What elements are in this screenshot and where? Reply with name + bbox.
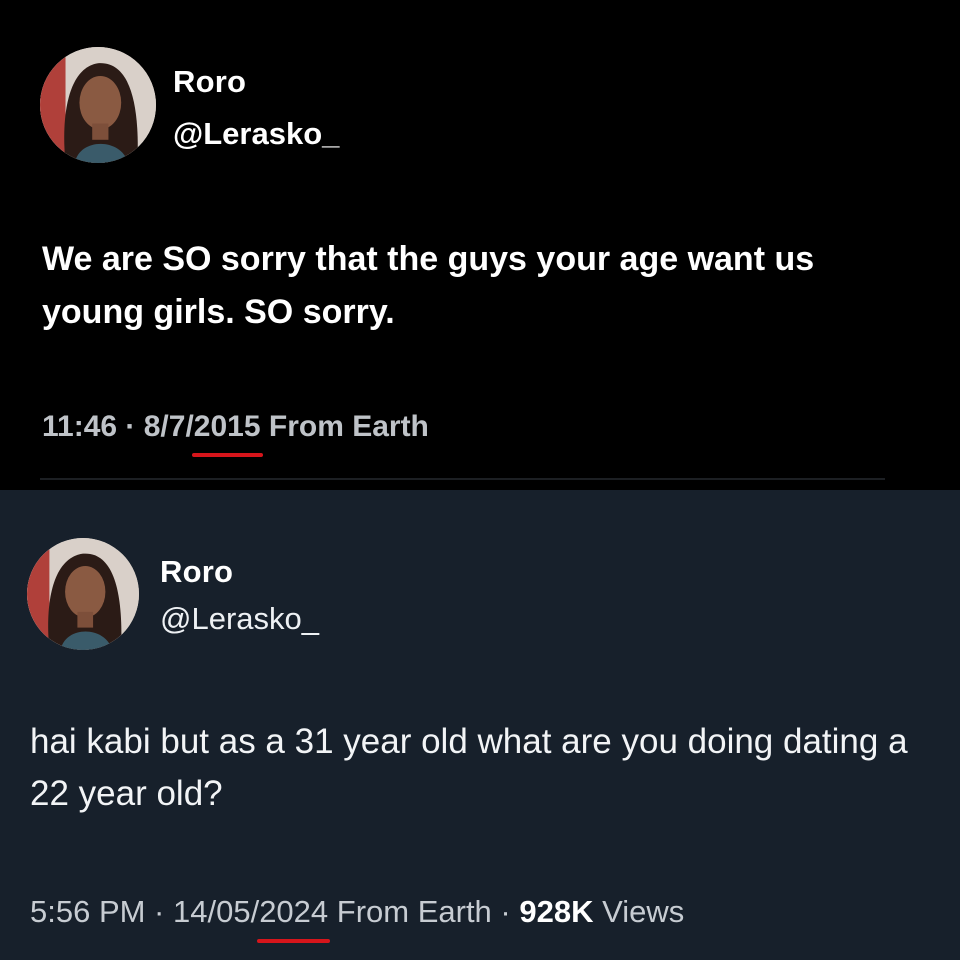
tweet-text: We are SO sorry that the guys your age w… [42,240,815,331]
highlighted-year: 2015 [191,410,263,457]
red-underline-annotation [191,453,263,457]
year-text: 2015 [193,410,261,443]
tweet-source: From Earth [260,410,429,443]
avatar[interactable] [27,538,139,650]
profile-photo-icon [27,538,139,650]
avatar[interactable] [40,47,156,163]
author-handle[interactable]: @Lerasko_ [173,116,339,152]
views-label: Views [593,894,685,929]
author-name[interactable]: Roro [160,554,233,590]
screenshot-collage: Roro @Lerasko_ We are SO sorry that the … [0,0,960,960]
divider [40,478,885,480]
author-handle[interactable]: @Lerasko_ [160,601,319,637]
tweet-card-top: Roro @Lerasko_ We are SO sorry that the … [0,0,960,490]
views-count[interactable]: 928K [519,894,593,929]
red-underline-annotation [257,939,331,943]
profile-photo-icon [40,47,156,163]
tweet-timestamp[interactable]: 11:46 · 8/7/ [42,410,194,443]
tweet-metadata: 5:56 PM · 14/05/2024 From Earth · 928K V… [30,894,685,943]
tweet-timestamp[interactable]: 5:56 PM · 14/05/ [30,894,259,929]
author-name[interactable]: Roro [173,64,246,100]
year-text: 2024 [259,894,329,929]
tweet-text: hai kabi but as a 31 year old what are y… [30,722,908,813]
tweet-source: From Earth · [328,894,520,929]
tweet-metadata: 11:46 · 8/7/2015 From Earth [42,410,429,457]
highlighted-year: 2024 [257,894,331,943]
